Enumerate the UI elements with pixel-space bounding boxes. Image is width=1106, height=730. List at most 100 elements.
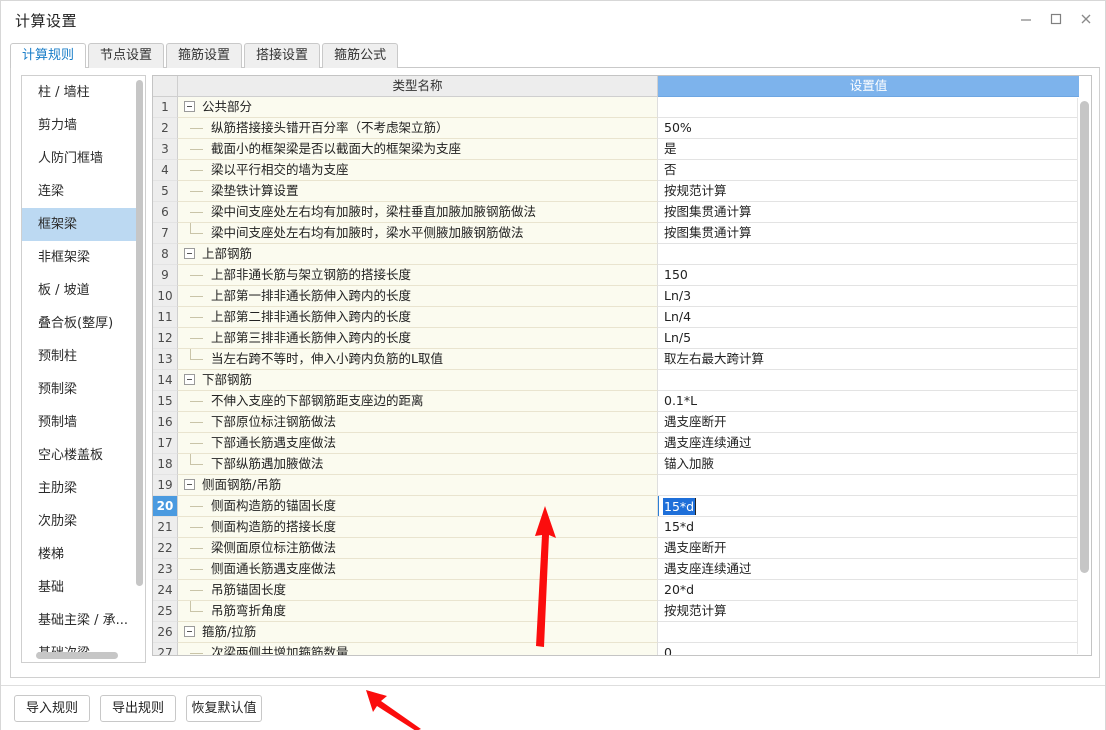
table-row[interactable]: 18 下部纵筋遇加腋做法 锚入加腋 xyxy=(153,454,1079,475)
table-row[interactable]: 21 侧面构造筋的搭接长度 15*d xyxy=(153,517,1079,538)
row-index[interactable]: 2 xyxy=(153,118,178,139)
row-name-cell[interactable]: 侧面通长筋遇支座做法 xyxy=(178,559,658,580)
collapse-minus-icon[interactable] xyxy=(184,248,195,259)
row-value-cell[interactable]: 50% xyxy=(658,118,1079,139)
table-row[interactable]: 1 公共部分 xyxy=(153,97,1079,118)
row-value-cell[interactable]: 是 xyxy=(658,139,1079,160)
row-value-cell[interactable]: 20*d xyxy=(658,580,1079,601)
sidebar-item-14[interactable]: 楼梯 xyxy=(22,538,138,571)
table-row[interactable]: 26 箍筋/拉筋 xyxy=(153,622,1079,643)
table-row[interactable]: 6 梁中间支座处左右均有加腋时，梁柱垂直加腋加腋钢筋做法 按图集贯通计算 xyxy=(153,202,1079,223)
sidebar-item-10[interactable]: 预制墙 xyxy=(22,406,138,439)
table-row[interactable]: 20 侧面构造筋的锚固长度 15*d xyxy=(153,496,1079,517)
sidebar-item-1[interactable]: 剪力墙 xyxy=(22,109,138,142)
row-index[interactable]: 8 xyxy=(153,244,178,265)
row-value-cell[interactable]: 按图集贯通计算 xyxy=(658,223,1079,244)
row-index[interactable]: 1 xyxy=(153,97,178,118)
row-value-cell[interactable]: Ln/3 xyxy=(658,286,1079,307)
row-name-cell[interactable]: 次梁两侧共增加箍筋数量 xyxy=(178,643,658,655)
row-index[interactable]: 16 xyxy=(153,412,178,433)
table-row[interactable]: 16 下部原位标注钢筋做法 遇支座断开 xyxy=(153,412,1079,433)
sidebar-item-7[interactable]: 叠合板(整厚) xyxy=(22,307,138,340)
sidebar-item-12[interactable]: 主肋梁 xyxy=(22,472,138,505)
sidebar-item-9[interactable]: 预制梁 xyxy=(22,373,138,406)
row-value-cell[interactable]: 15*d xyxy=(658,517,1079,538)
row-name-cell[interactable]: 下部通长筋遇支座做法 xyxy=(178,433,658,454)
row-name-cell[interactable]: 梁侧面原位标注筋做法 xyxy=(178,538,658,559)
row-value-cell[interactable]: 遇支座连续通过 xyxy=(658,433,1079,454)
table-row[interactable]: 19 侧面钢筋/吊筋 xyxy=(153,475,1079,496)
row-index[interactable]: 6 xyxy=(153,202,178,223)
row-index[interactable]: 7 xyxy=(153,223,178,244)
minimize-icon[interactable] xyxy=(1011,4,1041,34)
grid-vertical-scroll-thumb[interactable] xyxy=(1080,101,1089,573)
table-row[interactable]: 5 梁垫铁计算设置 按规范计算 xyxy=(153,181,1079,202)
table-row[interactable]: 9 上部非通长筋与架立钢筋的搭接长度 150 xyxy=(153,265,1079,286)
row-name-cell[interactable]: 纵筋搭接接头错开百分率（不考虑架立筋） xyxy=(178,118,658,139)
row-index[interactable]: 22 xyxy=(153,538,178,559)
sidebar-item-0[interactable]: 柱 / 墙柱 xyxy=(22,76,138,109)
sidebar-item-3[interactable]: 连梁 xyxy=(22,175,138,208)
row-name-cell[interactable]: 上部非通长筋与架立钢筋的搭接长度 xyxy=(178,265,658,286)
table-row[interactable]: 10 上部第一排非通长筋伸入跨内的长度 Ln/3 xyxy=(153,286,1079,307)
collapse-minus-icon[interactable] xyxy=(184,626,195,637)
sidebar-item-5[interactable]: 非框架梁 xyxy=(22,241,138,274)
row-name-cell[interactable]: 截面小的框架梁是否以截面大的框架梁为支座 xyxy=(178,139,658,160)
sidebar-vertical-scroll-thumb[interactable] xyxy=(136,80,143,586)
row-name-cell[interactable]: 吊筋弯折角度 xyxy=(178,601,658,622)
row-index[interactable]: 11 xyxy=(153,307,178,328)
row-name-cell[interactable]: 下部纵筋遇加腋做法 xyxy=(178,454,658,475)
sidebar-item-13[interactable]: 次肋梁 xyxy=(22,505,138,538)
maximize-icon[interactable] xyxy=(1041,4,1071,34)
row-name-cell[interactable]: 不伸入支座的下部钢筋距支座边的距离 xyxy=(178,391,658,412)
tab-2[interactable]: 箍筋设置 xyxy=(166,43,243,68)
row-index[interactable]: 18 xyxy=(153,454,178,475)
row-value-cell[interactable]: 锚入加腋 xyxy=(658,454,1079,475)
row-index[interactable]: 3 xyxy=(153,139,178,160)
row-name-cell[interactable]: 侧面钢筋/吊筋 xyxy=(178,475,658,496)
row-index[interactable]: 5 xyxy=(153,181,178,202)
sidebar-item-11[interactable]: 空心楼盖板 xyxy=(22,439,138,472)
row-value-cell[interactable]: 按规范计算 xyxy=(658,601,1079,622)
row-name-cell[interactable]: 当左右跨不等时，伸入小跨内负筋的L取值 xyxy=(178,349,658,370)
table-row[interactable]: 3 截面小的框架梁是否以截面大的框架梁为支座 是 xyxy=(153,139,1079,160)
row-value-cell[interactable]: 否 xyxy=(658,160,1079,181)
row-index[interactable]: 21 xyxy=(153,517,178,538)
row-value-cell[interactable]: 遇支座断开 xyxy=(658,412,1079,433)
table-row[interactable]: 15 不伸入支座的下部钢筋距支座边的距离 0.1*L xyxy=(153,391,1079,412)
row-name-cell[interactable]: 上部第二排非通长筋伸入跨内的长度 xyxy=(178,307,658,328)
row-name-cell[interactable]: 侧面构造筋的搭接长度 xyxy=(178,517,658,538)
sidebar-item-8[interactable]: 预制柱 xyxy=(22,340,138,373)
row-index[interactable]: 27 xyxy=(153,643,178,655)
row-index[interactable]: 10 xyxy=(153,286,178,307)
sidebar-horizontal-scroll-thumb[interactable] xyxy=(36,652,118,659)
row-index[interactable]: 24 xyxy=(153,580,178,601)
sidebar-item-6[interactable]: 板 / 坡道 xyxy=(22,274,138,307)
row-value-cell[interactable]: 0 xyxy=(658,643,1079,655)
row-value-cell[interactable]: 15*d xyxy=(658,496,1079,517)
table-row[interactable]: 27 次梁两侧共增加箍筋数量 0 xyxy=(153,643,1079,655)
table-row[interactable]: 24 吊筋锚固长度 20*d xyxy=(153,580,1079,601)
row-index[interactable]: 20 xyxy=(153,496,178,517)
sidebar-vertical-scrollbar[interactable] xyxy=(136,80,143,614)
row-value-cell[interactable]: 按规范计算 xyxy=(658,181,1079,202)
table-row[interactable]: 23 侧面通长筋遇支座做法 遇支座连续通过 xyxy=(153,559,1079,580)
row-name-cell[interactable]: 公共部分 xyxy=(178,97,658,118)
table-row[interactable]: 4 梁以平行相交的墙为支座 否 xyxy=(153,160,1079,181)
row-index[interactable]: 4 xyxy=(153,160,178,181)
table-row[interactable]: 12 上部第三排非通长筋伸入跨内的长度 Ln/5 xyxy=(153,328,1079,349)
category-sidebar[interactable]: 柱 / 墙柱 剪力墙 人防门框墙 连梁 框架梁 非框架梁板 / 坡道 叠合板(整厚) 预制柱预… xyxy=(21,75,146,663)
collapse-minus-icon[interactable] xyxy=(184,101,195,112)
row-name-cell[interactable]: 梁中间支座处左右均有加腋时，梁水平侧腋加腋钢筋做法 xyxy=(178,223,658,244)
sidebar-item-2[interactable]: 人防门框墙 xyxy=(22,142,138,175)
row-value-cell[interactable]: 0.1*L xyxy=(658,391,1079,412)
table-row[interactable]: 2 纵筋搭接接头错开百分率（不考虑架立筋） 50% xyxy=(153,118,1079,139)
tab-1[interactable]: 节点设置 xyxy=(88,43,165,68)
row-name-cell[interactable]: 梁中间支座处左右均有加腋时，梁柱垂直加腋加腋钢筋做法 xyxy=(178,202,658,223)
grid-vertical-scrollbar[interactable] xyxy=(1077,98,1090,654)
row-index[interactable]: 14 xyxy=(153,370,178,391)
sidebar-item-17[interactable]: 基础次梁 xyxy=(22,637,138,662)
row-index[interactable]: 9 xyxy=(153,265,178,286)
row-index[interactable]: 13 xyxy=(153,349,178,370)
row-name-cell[interactable]: 侧面构造筋的锚固长度 xyxy=(178,496,658,517)
